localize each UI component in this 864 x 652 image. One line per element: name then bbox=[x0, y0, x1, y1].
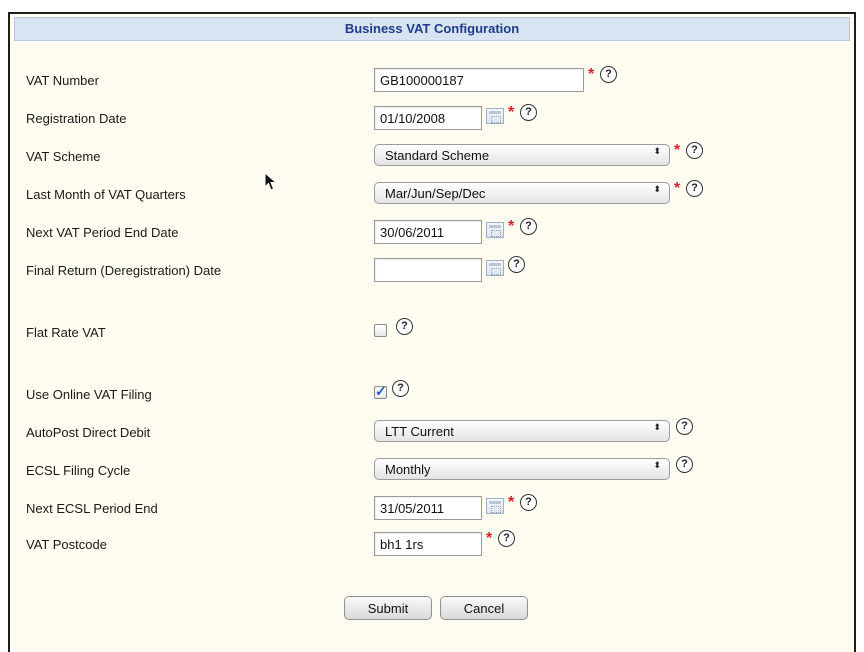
calendar-icon[interactable] bbox=[486, 222, 504, 238]
online-filing-label: Use Online VAT Filing bbox=[26, 387, 152, 402]
row-autopost-dd: AutoPost Direct Debit LTT Current ⬍ ? bbox=[10, 418, 854, 446]
autopost-dd-select[interactable]: LTT Current ⬍ bbox=[374, 420, 670, 442]
help-icon[interactable]: ? bbox=[520, 218, 537, 235]
help-icon[interactable]: ? bbox=[396, 318, 413, 335]
autopost-dd-label: AutoPost Direct Debit bbox=[26, 425, 151, 440]
last-month-quarters-select[interactable]: Mar/Jun/Sep/Dec ⬍ bbox=[374, 182, 670, 204]
row-online-filing: Use Online VAT Filing ? bbox=[10, 380, 854, 408]
ecsl-cycle-selected: Monthly bbox=[385, 462, 431, 477]
row-last-month-quarters: Last Month of VAT Quarters Mar/Jun/Sep/D… bbox=[10, 180, 854, 208]
help-icon[interactable]: ? bbox=[686, 142, 703, 159]
row-vat-postcode: VAT Postcode bh1 1rs * ? bbox=[10, 530, 854, 558]
ecsl-cycle-label: ECSL Filing Cycle bbox=[26, 463, 131, 478]
select-arrows-icon: ⬍ bbox=[653, 184, 661, 194]
row-vat-number: VAT Number GB100000187 * ? bbox=[10, 66, 854, 94]
mouse-pointer-icon bbox=[264, 172, 278, 191]
autopost-dd-selected: LTT Current bbox=[385, 424, 454, 439]
required-marker: * bbox=[508, 104, 515, 121]
vat-postcode-label: VAT Postcode bbox=[26, 537, 107, 552]
required-marker: * bbox=[508, 494, 515, 511]
help-icon[interactable]: ? bbox=[508, 256, 525, 273]
help-icon[interactable]: ? bbox=[498, 530, 515, 547]
flat-rate-label: Flat Rate VAT bbox=[26, 325, 106, 340]
help-icon[interactable]: ? bbox=[676, 418, 693, 435]
help-icon[interactable]: ? bbox=[600, 66, 617, 83]
help-icon[interactable]: ? bbox=[676, 456, 693, 473]
required-marker: * bbox=[674, 142, 681, 159]
next-ecsl-end-input[interactable]: 31/05/2011 bbox=[374, 496, 482, 520]
select-arrows-icon: ⬍ bbox=[653, 460, 661, 470]
row-next-ecsl-end: Next ECSL Period End 31/05/2011 * ? bbox=[10, 494, 854, 522]
row-registration-date: Registration Date 01/10/2008 * ? bbox=[10, 104, 854, 132]
final-return-date-label: Final Return (Deregistration) Date bbox=[26, 263, 222, 278]
vat-scheme-label: VAT Scheme bbox=[26, 149, 101, 164]
cancel-button[interactable]: Cancel bbox=[440, 596, 528, 620]
flat-rate-checkbox[interactable] bbox=[374, 324, 387, 337]
required-marker: * bbox=[486, 530, 493, 547]
next-ecsl-end-label: Next ECSL Period End bbox=[26, 501, 158, 516]
vat-config-panel: Business VAT Configuration VAT Number GB… bbox=[8, 12, 856, 652]
registration-date-input[interactable]: 01/10/2008 bbox=[374, 106, 482, 130]
last-month-quarters-label: Last Month of VAT Quarters bbox=[26, 187, 186, 202]
last-month-quarters-selected: Mar/Jun/Sep/Dec bbox=[385, 186, 486, 201]
calendar-icon[interactable] bbox=[486, 108, 504, 124]
select-arrows-icon: ⬍ bbox=[653, 422, 661, 432]
vat-number-input[interactable]: GB100000187 bbox=[374, 68, 584, 92]
row-final-return-date: Final Return (Deregistration) Date ? bbox=[10, 256, 854, 284]
vat-number-label: VAT Number bbox=[26, 73, 99, 88]
required-marker: * bbox=[508, 218, 515, 235]
next-period-end-input[interactable]: 30/06/2011 bbox=[374, 220, 482, 244]
required-marker: * bbox=[674, 180, 681, 197]
select-arrows-icon: ⬍ bbox=[653, 146, 661, 156]
submit-button[interactable]: Submit bbox=[344, 596, 432, 620]
next-period-end-label: Next VAT Period End Date bbox=[26, 225, 179, 240]
required-marker: * bbox=[588, 66, 595, 83]
online-filing-checkbox[interactable] bbox=[374, 383, 387, 400]
row-next-period-end: Next VAT Period End Date 30/06/2011 * ? bbox=[10, 218, 854, 246]
row-flat-rate: Flat Rate VAT ? bbox=[10, 318, 854, 346]
help-icon[interactable]: ? bbox=[686, 180, 703, 197]
help-icon[interactable]: ? bbox=[520, 104, 537, 121]
row-ecsl-cycle: ECSL Filing Cycle Monthly ⬍ ? bbox=[10, 456, 854, 484]
vat-scheme-select[interactable]: Standard Scheme ⬍ bbox=[374, 144, 670, 166]
vat-scheme-selected: Standard Scheme bbox=[385, 148, 490, 163]
row-vat-scheme: VAT Scheme Standard Scheme ⬍ * ? bbox=[10, 142, 854, 170]
calendar-icon[interactable] bbox=[486, 260, 504, 276]
vat-postcode-input[interactable]: bh1 1rs bbox=[374, 532, 482, 556]
help-icon[interactable]: ? bbox=[392, 380, 409, 397]
ecsl-cycle-select[interactable]: Monthly ⬍ bbox=[374, 458, 670, 480]
registration-date-label: Registration Date bbox=[26, 111, 127, 126]
final-return-date-input[interactable] bbox=[374, 258, 482, 282]
help-icon[interactable]: ? bbox=[520, 494, 537, 511]
calendar-icon[interactable] bbox=[486, 498, 504, 514]
panel-title: Business VAT Configuration bbox=[14, 17, 850, 41]
